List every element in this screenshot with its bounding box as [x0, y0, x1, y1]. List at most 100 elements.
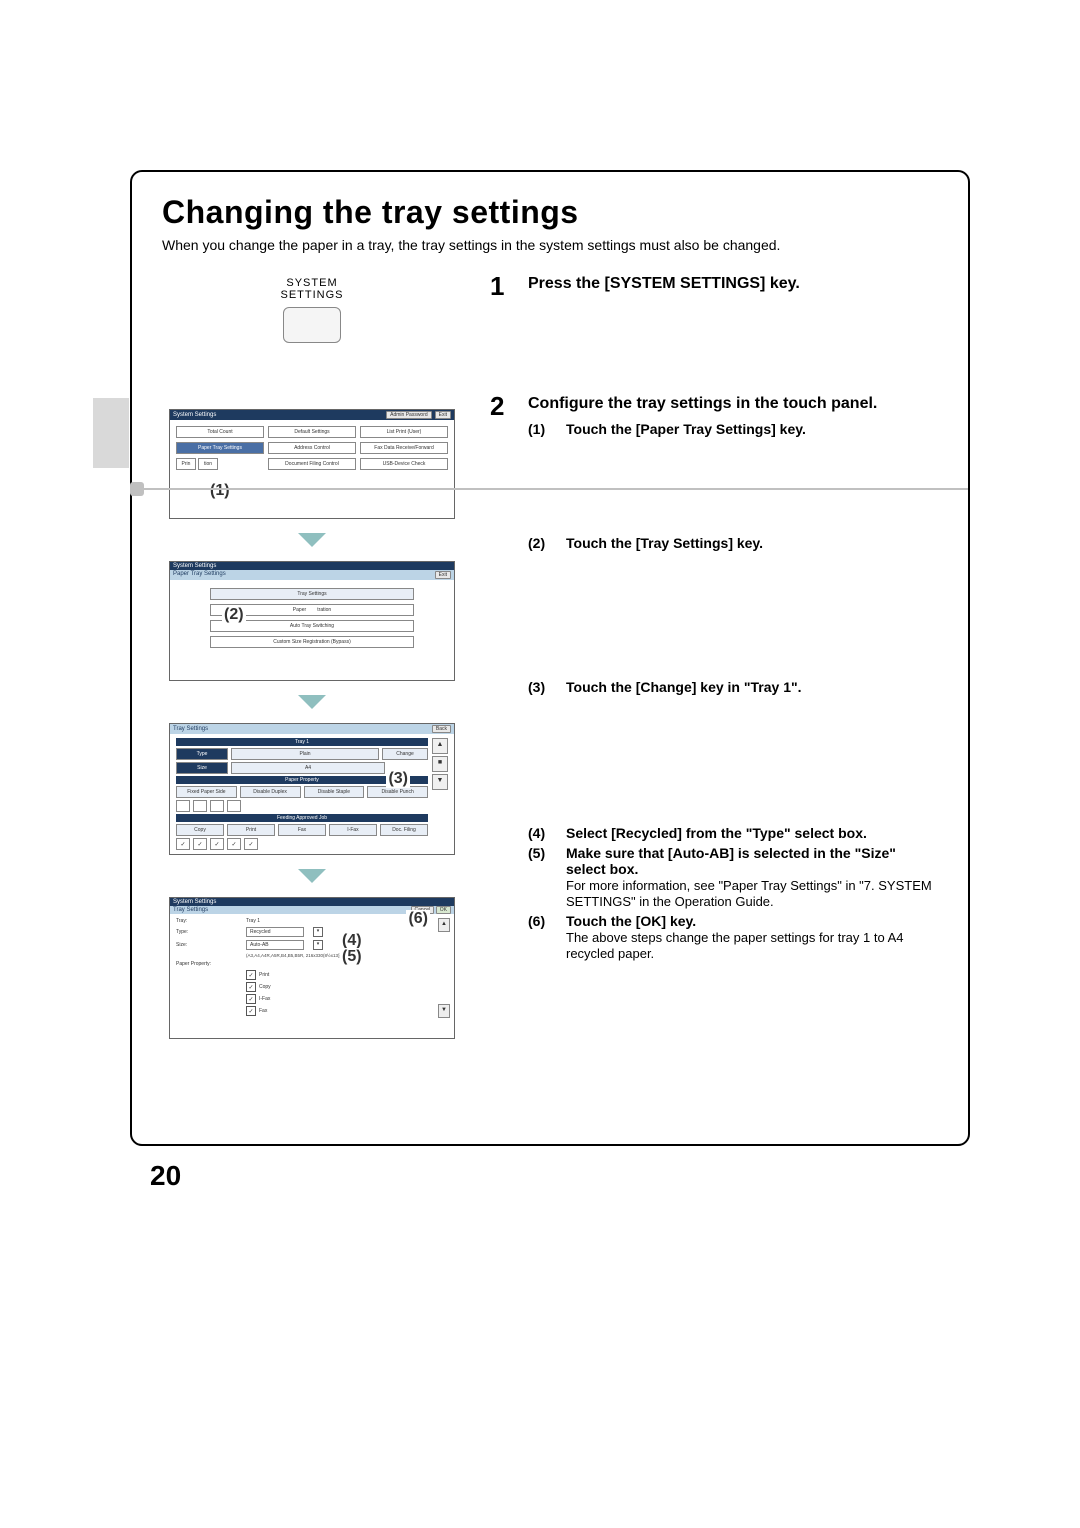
dropdown-icon: ▾	[313, 940, 323, 950]
scroll-bar: ▲ ▼	[438, 918, 450, 1018]
page-title: Changing the tray settings	[162, 194, 938, 231]
btn-doc-filing: Document Filing Control	[268, 458, 356, 470]
substep-4: (4) Select [Recycled] from the "Type" se…	[528, 825, 938, 841]
val-plain: Plain	[231, 748, 379, 760]
screen-title: System Settings	[173, 412, 216, 418]
scroll-thumb-icon: ■	[432, 756, 448, 772]
checkmark-icon	[176, 838, 190, 850]
exit-button: Exit	[435, 571, 451, 579]
checkmark-icon	[227, 838, 241, 850]
btn-printer-right: tion	[198, 458, 218, 470]
val-a4: A4	[231, 762, 385, 774]
check-print: Print	[259, 972, 269, 978]
checkbox-icon	[193, 800, 207, 812]
step-number: 1	[490, 273, 514, 301]
screen-title: Tray Settings	[173, 726, 208, 732]
substep-3: (3) Touch the [Change] key in "Tray 1".	[528, 679, 938, 695]
substep-1: (1) Touch the [Paper Tray Settings] key.	[528, 421, 938, 437]
callout-5: (5)	[340, 948, 364, 966]
checkmark-icon	[246, 982, 256, 992]
substep-6: (6) Touch the [OK] key. The above steps …	[528, 913, 938, 961]
btn-usb-check: USB-Device Check	[360, 458, 448, 470]
hdr-size: Size	[176, 762, 228, 774]
step-2: 2 Configure the tray settings in the tou…	[490, 393, 938, 965]
checkmark-icon	[246, 970, 256, 980]
job-fax: Fax	[278, 824, 326, 836]
section-divider-knob	[130, 482, 144, 496]
prop-disable-staple: Disable Staple	[304, 786, 365, 798]
checkmark-icon	[210, 838, 224, 850]
btn-fax-data: Fax Data Receive/Forward	[360, 442, 448, 454]
job-ifax: I-Fax	[329, 824, 377, 836]
approved-job-header: Feeding Approved Job	[176, 814, 428, 822]
checkmark-icon	[193, 838, 207, 850]
label-size: Size:	[176, 942, 240, 948]
intro-text: When you change the paper in a tray, the…	[162, 237, 938, 253]
btn-paper-tray-settings: Paper Tray Settings	[176, 442, 264, 454]
job-print: Print	[227, 824, 275, 836]
item-tray-settings-header: Tray Settings	[210, 588, 414, 600]
label-type: Type:	[176, 929, 240, 935]
system-settings-key-illustration: SYSTEM SETTINGS	[280, 277, 343, 343]
callout-3: (3)	[386, 770, 410, 788]
prop-disable-duplex: Disable Duplex	[240, 786, 301, 798]
screen-title: System Settings	[173, 899, 216, 905]
scroll-down-icon: ▼	[432, 774, 448, 790]
step-number: 2	[490, 393, 514, 965]
system-settings-key-label: SYSTEM SETTINGS	[280, 277, 343, 301]
checkbox-icon	[176, 800, 190, 812]
check-fax: Fax	[259, 1008, 267, 1014]
screen-system-settings-home: System Settings Admin Password Exit Tota…	[169, 409, 455, 519]
callout-1: (1)	[208, 482, 232, 500]
scroll-up-icon: ▲	[432, 738, 448, 754]
label-paper-property: Paper Property:	[176, 961, 240, 967]
side-tab-marker	[93, 398, 129, 468]
screen-subtitle: Tray Settings	[173, 907, 208, 913]
btn-address-control: Address Control	[268, 442, 356, 454]
change-button: Change	[382, 748, 428, 760]
tray1-header: Tray 1	[176, 738, 428, 746]
screen-title: System Settings	[173, 563, 216, 569]
back-button: Back	[432, 725, 451, 733]
scroll-up-icon: ▲	[438, 918, 450, 932]
dropdown-icon: ▾	[313, 927, 323, 937]
val-tray: Tray 1	[246, 918, 260, 924]
job-filing: Doc. Filing	[380, 824, 428, 836]
scroll-bar: ▲ ■ ▼	[432, 738, 448, 850]
check-copy: Copy	[259, 984, 271, 990]
substep-2: (2) Touch the [Tray Settings] key.	[528, 535, 938, 551]
step-1: 1 Press the [SYSTEM SETTINGS] key.	[490, 273, 938, 301]
item-custom-size: Custom Size Registration (Bypass)	[210, 636, 414, 648]
content-frame: Changing the tray settings When you chan…	[130, 170, 970, 1146]
step-title: Configure the tray settings in the touch…	[528, 395, 938, 413]
checkbox-icon	[210, 800, 224, 812]
illustration-column: SYSTEM SETTINGS System Settings Admin Pa…	[162, 273, 462, 1039]
checkbox-icon	[227, 800, 241, 812]
btn-default-settings: Default Settings	[268, 426, 356, 438]
system-settings-key-button	[283, 307, 341, 343]
screen-paper-tray-settings: System Settings Paper Tray Settings Exit…	[169, 561, 455, 681]
size-select: Auto-AB	[246, 940, 304, 950]
arrow-down-icon	[298, 533, 326, 547]
exit-button: Exit	[435, 411, 451, 419]
instructions-column: 1 Press the [SYSTEM SETTINGS] key. 2 Con…	[490, 273, 938, 1039]
job-copy: Copy	[176, 824, 224, 836]
btn-printer-left: Prin	[176, 458, 196, 470]
arrow-down-icon	[298, 869, 326, 883]
ok-button: OK	[436, 906, 451, 914]
type-select: Recycled	[246, 927, 304, 937]
btn-total-count: Total Count	[176, 426, 264, 438]
substep-5: (5) Make sure that [Auto-AB] is selected…	[528, 845, 938, 909]
checkmark-icon	[246, 994, 256, 1004]
callout-2: (2)	[222, 606, 246, 624]
section-divider	[132, 488, 968, 490]
screen-subtitle: Paper Tray Settings	[173, 571, 226, 579]
screen-tray-settings-list: Tray Settings Back Tray 1 Type Plain Cha…	[169, 723, 455, 855]
checkmark-icon	[244, 838, 258, 850]
admin-password-button: Admin Password	[386, 411, 432, 419]
btn-list-print: List Print (User)	[360, 426, 448, 438]
check-ifax: I-Fax	[259, 996, 270, 1002]
step-title: Press the [SYSTEM SETTINGS] key.	[528, 275, 800, 293]
prop-fixed-side: Fixed Paper Side	[176, 786, 237, 798]
hdr-type: Type	[176, 748, 228, 760]
